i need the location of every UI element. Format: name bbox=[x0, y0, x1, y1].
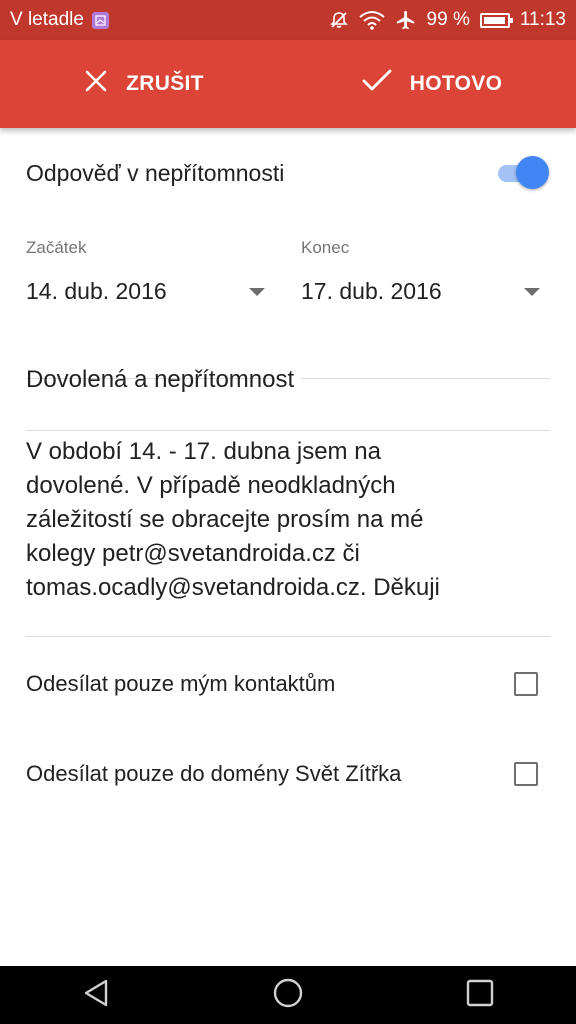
wifi-icon bbox=[358, 10, 385, 30]
start-date-dropdown[interactable]: 14. dub. 2016 bbox=[26, 278, 275, 379]
carrier-text: V letadle bbox=[10, 9, 84, 30]
message-field[interactable]: V období 14. - 17. dubna jsem na dovolen… bbox=[26, 433, 550, 637]
send-only-contacts-checkbox[interactable] bbox=[514, 672, 538, 696]
vacation-responder-label: Odpověď v nepřítomnosti bbox=[26, 159, 285, 186]
dropdown-arrow-icon bbox=[249, 288, 265, 296]
home-circle-icon bbox=[272, 977, 304, 1014]
subject-field[interactable]: Dovolená a nepřítomnost bbox=[26, 366, 550, 431]
back-triangle-icon bbox=[82, 978, 110, 1013]
message-line: tomas.ocadly@svetandroida.cz. Děkuji bbox=[26, 574, 440, 601]
end-date-dropdown[interactable]: 17. dub. 2016 bbox=[301, 278, 550, 379]
done-button[interactable]: HOTOVO bbox=[288, 40, 576, 128]
cancel-button[interactable]: ZRUŠIT bbox=[0, 40, 288, 128]
message-line: záležitostí se obracejte prosím na mé bbox=[26, 506, 424, 533]
battery-icon bbox=[479, 12, 513, 28]
app-notification-icon bbox=[91, 11, 109, 29]
start-date-group: Začátek 14. dub. 2016 bbox=[26, 238, 275, 379]
close-icon bbox=[84, 69, 108, 99]
battery-percent: 99 % bbox=[426, 9, 470, 30]
status-bar: V letadle 99 % 11:13 bbox=[0, 0, 576, 40]
end-date-value: 17. dub. 2016 bbox=[301, 278, 442, 304]
send-only-contacts-row[interactable]: Odesílat pouze mým kontaktům bbox=[26, 664, 550, 704]
send-only-domain-row[interactable]: Odesílat pouze do domény Svět Zítřka bbox=[26, 754, 550, 794]
vacation-responder-row: Odpověď v nepřítomnosti bbox=[26, 156, 550, 190]
navigation-bar bbox=[0, 966, 576, 1024]
start-date-caption: Začátek bbox=[26, 238, 87, 257]
send-only-contacts-label: Odesílat pouze mým kontaktům bbox=[26, 671, 336, 696]
send-only-domain-label: Odesílat pouze do domény Svět Zítřka bbox=[26, 761, 402, 786]
back-button[interactable] bbox=[66, 966, 126, 1024]
app-bar: ZRUŠIT HOTOVO bbox=[0, 40, 576, 128]
home-button[interactable] bbox=[258, 966, 318, 1024]
message-line: kolegy petr@svetandroida.cz či bbox=[26, 540, 360, 567]
mute-icon bbox=[329, 10, 349, 30]
airplane-icon bbox=[395, 9, 417, 31]
message-line: V období 14. - 17. dubna jsem na bbox=[26, 438, 381, 465]
send-only-domain-checkbox[interactable] bbox=[514, 762, 538, 786]
switch-thumb bbox=[516, 156, 549, 189]
done-label: HOTOVO bbox=[409, 72, 503, 95]
dropdown-arrow-icon bbox=[524, 288, 540, 296]
clock: 11:13 bbox=[519, 9, 566, 30]
recents-square-icon bbox=[466, 979, 494, 1012]
recents-button[interactable] bbox=[450, 966, 510, 1024]
cancel-label: ZRUŠIT bbox=[126, 72, 204, 95]
end-date-group: Konec 17. dub. 2016 bbox=[301, 238, 550, 379]
end-date-caption: Konec bbox=[301, 238, 350, 257]
vacation-responder-switch[interactable] bbox=[498, 156, 550, 190]
check-icon bbox=[362, 69, 392, 99]
start-date-value: 14. dub. 2016 bbox=[26, 278, 167, 304]
message-line: dovolené. V případě neodkladných bbox=[26, 472, 396, 499]
